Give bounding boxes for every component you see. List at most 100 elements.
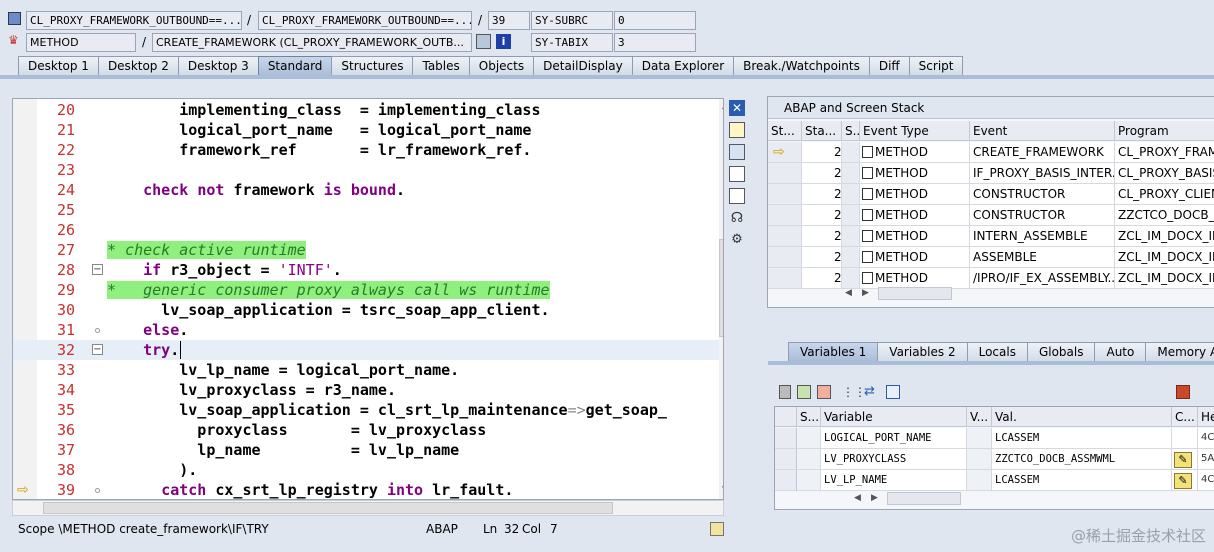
- stack-cell[interactable]: ZCL_IM_DOCX_IMI: [1115, 268, 1214, 289]
- stack-cell[interactable]: 28: [802, 163, 842, 184]
- new-tab-icon[interactable]: [886, 385, 900, 399]
- note-icon[interactable]: [710, 522, 724, 536]
- code-line[interactable]: 28 if r3_object = 'INTF'. −: [13, 260, 723, 280]
- fullscreen-icon[interactable]: [729, 166, 745, 182]
- stack-cell[interactable]: METHOD: [860, 247, 970, 268]
- tab-data-explorer[interactable]: Data Explorer: [631, 56, 735, 76]
- tab-standard[interactable]: Standard: [257, 56, 333, 76]
- row-selector[interactable]: [775, 449, 797, 470]
- fold-toggle-icon[interactable]: −: [92, 344, 103, 355]
- stack-cell[interactable]: ZZCTCO_DOCB_AS: [1115, 205, 1214, 226]
- fold-toggle-icon[interactable]: −: [92, 264, 103, 275]
- stack-cell[interactable]: ⇨: [768, 142, 802, 163]
- stack-cell[interactable]: [768, 268, 802, 289]
- tab-desktop-1[interactable]: Desktop 1: [18, 56, 99, 76]
- code-line[interactable]: 24 check not framework is bound.: [13, 180, 723, 200]
- code-line[interactable]: 30 lv_soap_application = tsrc_soap_app_c…: [13, 300, 723, 320]
- sysvar-value-2[interactable]: 3: [614, 33, 696, 52]
- tab-break-watchpoints[interactable]: Break./Watchpoints: [733, 56, 870, 76]
- row-selector[interactable]: [775, 428, 797, 449]
- variables-header[interactable]: V...: [967, 407, 992, 427]
- code-line[interactable]: 22 framework_ref = lr_framework_ref.: [13, 140, 723, 160]
- code-line[interactable]: 34 lv_proxyclass = r3_name.: [13, 380, 723, 400]
- headset-icon[interactable]: ☊: [729, 210, 745, 226]
- var-tab-memory-an[interactable]: Memory An: [1145, 342, 1214, 362]
- code-line[interactable]: 23: [13, 160, 723, 180]
- var-tab-locals[interactable]: Locals: [966, 342, 1028, 362]
- stack-header[interactable]: Event: [970, 121, 1115, 141]
- code-line[interactable]: 35 lv_soap_application = cl_srt_lp_maint…: [13, 400, 723, 420]
- editor-vertical-scrollbar[interactable]: ▲ ▼: [719, 99, 723, 499]
- code-line[interactable]: 36 proxyclass = lv_proxyclass: [13, 420, 723, 440]
- code-line[interactable]: 25: [13, 200, 723, 220]
- code-line[interactable]: 26: [13, 220, 723, 240]
- tab-detaildisplay[interactable]: DetailDisplay: [533, 56, 633, 76]
- tab-tables[interactable]: Tables: [412, 56, 470, 76]
- tree-icon[interactable]: ⚙: [729, 232, 745, 248]
- stack-cell[interactable]: 23: [802, 268, 842, 289]
- stack-cell[interactable]: 29: [802, 142, 842, 163]
- variable-cell[interactable]: [797, 449, 821, 470]
- code-line[interactable]: 39 catch cx_srt_lp_registry into lr_faul…: [13, 480, 723, 499]
- variable-cell[interactable]: LV_PROXYCLASS: [821, 449, 967, 470]
- variables-header[interactable]: Val.: [992, 407, 1172, 427]
- editor-horizontal-scrollbar[interactable]: [12, 500, 724, 516]
- var-tab-auto[interactable]: Auto: [1094, 342, 1147, 362]
- stack-cell[interactable]: CREATE_FRAMEWORK: [970, 142, 1115, 163]
- stack-cell[interactable]: [768, 184, 802, 205]
- stack-cell[interactable]: ASSEMBLE: [970, 247, 1115, 268]
- stack-header[interactable]: S...: [842, 121, 860, 141]
- save-icon[interactable]: [1176, 385, 1190, 399]
- tab-structures[interactable]: Structures: [331, 56, 414, 76]
- var-tab-globals[interactable]: Globals: [1026, 342, 1096, 362]
- stack-cell[interactable]: METHOD: [860, 205, 970, 226]
- close-icon[interactable]: ✕: [729, 100, 745, 116]
- delete-icon[interactable]: [779, 385, 791, 399]
- variable-cell[interactable]: ✎: [1172, 470, 1198, 491]
- variable-cell[interactable]: LV_LP_NAME: [821, 470, 967, 491]
- variable-cell[interactable]: [967, 470, 992, 491]
- sysvar-value-1[interactable]: 0: [614, 11, 696, 30]
- stack-cell[interactable]: CL_PROXY_FRAME: [1115, 142, 1214, 163]
- stack-cell[interactable]: METHOD: [860, 184, 970, 205]
- stack-cell[interactable]: INTERN_ASSEMBLE: [970, 226, 1115, 247]
- event-type-field[interactable]: METHOD: [26, 33, 136, 52]
- stack-cell[interactable]: [768, 247, 802, 268]
- code-editor[interactable]: 20 implementing_class = implementing_cla…: [12, 98, 724, 500]
- stack-cell[interactable]: CL_PROXY_CLIENT: [1115, 184, 1214, 205]
- code-line[interactable]: 27 * check active runtime: [13, 240, 723, 260]
- stack-cell[interactable]: [768, 163, 802, 184]
- code-line[interactable]: 32 try. −: [13, 340, 723, 360]
- new-window-icon[interactable]: [729, 122, 745, 138]
- include-field[interactable]: CL_PROXY_FRAMEWORK_OUTBOUND==...: [258, 11, 472, 30]
- program-field[interactable]: CL_PROXY_FRAMEWORK_OUTBOUND==...: [26, 11, 242, 30]
- variables-header[interactable]: He: [1198, 407, 1214, 427]
- code-line[interactable]: 20 implementing_class = implementing_cla…: [13, 100, 723, 120]
- code-line[interactable]: 33 lv_lp_name = logical_port_name.: [13, 360, 723, 380]
- stack-cell[interactable]: /IPRO/IF_EX_ASSEMBLY...: [970, 268, 1115, 289]
- stack-cell[interactable]: 24: [802, 247, 842, 268]
- import-icon[interactable]: [797, 385, 811, 399]
- variables-scrollbar[interactable]: ◀ ▶: [851, 491, 971, 507]
- variables-header[interactable]: Variable: [821, 407, 967, 427]
- variables-header[interactable]: C...: [1172, 407, 1198, 427]
- stack-cell[interactable]: METHOD: [860, 226, 970, 247]
- stack-cell[interactable]: [842, 184, 860, 205]
- stack-cell[interactable]: [768, 205, 802, 226]
- code-line[interactable]: 38 ).: [13, 460, 723, 480]
- tab-script[interactable]: Script: [908, 56, 964, 76]
- edit-pencil-icon[interactable]: ✎: [1174, 452, 1192, 468]
- row-selector[interactable]: [775, 470, 797, 491]
- stack-cell[interactable]: CONSTRUCTOR: [970, 184, 1115, 205]
- stack-scrollbar[interactable]: ◀ ▶: [842, 286, 962, 302]
- tab-diff[interactable]: Diff: [868, 56, 910, 76]
- info-icon[interactable]: i: [496, 34, 511, 49]
- code-line[interactable]: 31 else.: [13, 320, 723, 340]
- stack-cell[interactable]: [768, 226, 802, 247]
- variable-cell[interactable]: LCASSEM: [992, 470, 1172, 491]
- stack-cell[interactable]: CL_PROXY_BASIS: [1115, 163, 1214, 184]
- stack-cell[interactable]: [842, 247, 860, 268]
- variable-cell[interactable]: [967, 428, 992, 449]
- stack-cell[interactable]: METHOD: [860, 163, 970, 184]
- variable-cell[interactable]: [967, 449, 992, 470]
